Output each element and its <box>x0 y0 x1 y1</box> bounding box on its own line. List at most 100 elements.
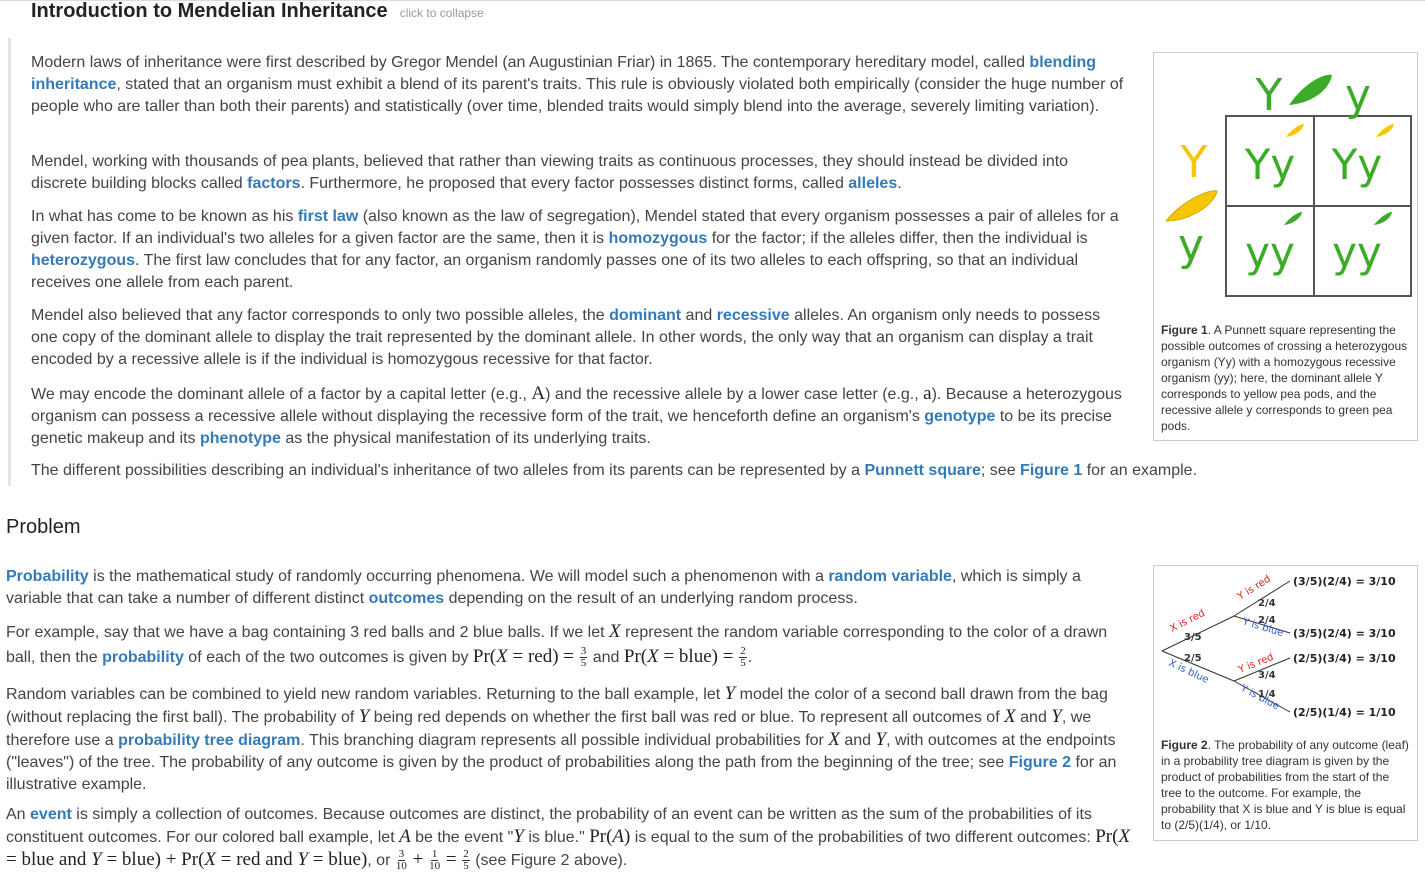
link-heterozygous[interactable]: heterozygous <box>31 252 135 269</box>
text: and <box>588 649 624 666</box>
text: , stated that an organism must exhibit a… <box>31 76 1124 115</box>
link-event[interactable]: event <box>30 806 72 823</box>
math-A: A <box>399 826 411 847</box>
fraction: 3 10 <box>396 849 407 872</box>
math: Pr( <box>589 826 613 847</box>
math: Pr( <box>623 646 648 667</box>
text: of each of the two outcomes is given by <box>183 649 473 666</box>
math-a: a <box>923 383 932 404</box>
denominator: 5 <box>740 657 746 670</box>
link-random-variable[interactable]: random variable <box>828 568 952 585</box>
math: = red) = <box>507 646 579 667</box>
text: for the factor; if the alleles differ, t… <box>707 230 1088 247</box>
text: Modern laws of inheritance were first de… <box>31 54 1030 71</box>
problem-paragraph-4: An event is simply a collection of outco… <box>6 804 1131 872</box>
link-outcomes[interactable]: outcomes <box>369 590 445 607</box>
fraction: 35 <box>579 646 588 669</box>
text: We may encode the dominant allele of a f… <box>31 386 532 403</box>
col-label-Y: Y <box>1255 70 1283 121</box>
math: = blue and <box>6 849 92 870</box>
link-alleles[interactable]: alleles <box>848 175 897 192</box>
text: The different possibilities describing a… <box>31 462 865 479</box>
text: . <box>897 175 902 192</box>
link-punnett-square[interactable]: Punnett square <box>864 462 980 479</box>
denominator: 5 <box>463 860 469 873</box>
yellow-pod-small-icon <box>1286 124 1304 137</box>
branch-prob-3-5: 3/5 <box>1184 632 1202 643</box>
text: . <box>747 649 753 666</box>
math-Y: Y <box>1051 706 1062 727</box>
link-factors[interactable]: factors <box>247 175 300 192</box>
branch-prob-3-4: 3/4 <box>1258 670 1276 681</box>
intro-header[interactable]: Introduction to Mendelian Inheritance cl… <box>31 0 484 26</box>
branch-prob-2-4a: 2/4 <box>1258 598 1276 609</box>
col-label-y: y <box>1345 70 1371 121</box>
math: + <box>407 849 429 870</box>
caption-label: Figure 2 <box>1161 738 1208 752</box>
leaf-1: (3/5)(2/4) = 3/10 <box>1293 575 1396 588</box>
link-figure-1[interactable]: Figure 1 <box>1020 462 1082 479</box>
fraction: 25 <box>739 646 747 669</box>
fraction: 1 10 <box>429 849 440 872</box>
text: for an example. <box>1082 462 1198 479</box>
cell-yy-2: yy <box>1332 228 1382 277</box>
link-probability-tree-diagram[interactable]: probability tree diagram <box>118 732 300 749</box>
math-X: X <box>609 621 621 642</box>
math: = red and <box>216 849 298 870</box>
link-homozygous[interactable]: homozygous <box>609 230 708 247</box>
branch-label-x-red: X is red <box>1168 608 1206 635</box>
problem-paragraph-1: Probability is the mathematical study of… <box>6 566 1131 610</box>
math-A: A <box>531 383 546 404</box>
math-A: A <box>612 826 625 847</box>
section-title[interactable]: Introduction to Mendelian Inheritance <box>31 0 388 23</box>
math: = <box>441 849 462 870</box>
cell-yy-1: yy <box>1245 228 1295 277</box>
text: as the physical manifestation of its und… <box>280 430 651 447</box>
text: is the mathematical study of randomly oc… <box>88 568 829 585</box>
text: . The first law concludes that for any f… <box>31 252 1079 291</box>
problem-paragraph-3: Random variables can be combined to yiel… <box>6 683 1131 796</box>
intro-left-border <box>8 38 11 486</box>
leaf-2: (3/5)(2/4) = 3/10 <box>1293 627 1396 640</box>
link-genotype[interactable]: genotype <box>924 408 995 425</box>
problem-paragraph-2: For example, say that we have a bag cont… <box>6 620 1131 670</box>
green-pod-small-icon <box>1374 212 1392 225</box>
text: is equal to the sum of the probabilities… <box>630 829 1096 846</box>
text: Random variables can be combined to yiel… <box>6 686 725 703</box>
denominator: 10 <box>395 860 407 873</box>
text: and <box>681 307 717 324</box>
math-Y: Y <box>724 683 736 704</box>
link-figure-2[interactable]: Figure 2 <box>1009 754 1071 771</box>
text: and <box>839 732 876 749</box>
math-X: X <box>828 729 840 750</box>
text: Mendel also believed that any factor cor… <box>31 307 610 324</box>
text: . Furthermore, he proposed that every fa… <box>300 175 849 192</box>
branch-prob-2-5: 2/5 <box>1184 653 1202 664</box>
math-Y: Y <box>297 849 309 870</box>
math-X: X <box>1118 826 1131 847</box>
text: In what has come to be known as his <box>31 208 298 225</box>
link-phenotype[interactable]: phenotype <box>200 430 281 447</box>
link-probability[interactable]: Probability <box>6 568 89 585</box>
text: depending on the result of an underlying… <box>444 590 858 607</box>
link-first-law[interactable]: first law <box>298 208 358 225</box>
figure-1: Y y Y y Yy Yy yy yy Figure 1. A Punnett … <box>1153 52 1418 441</box>
intro-paragraph-3: In what has come to be known as his firs… <box>31 206 1126 294</box>
yellow-pod-small-icon <box>1376 124 1394 137</box>
math-X: X <box>1004 706 1016 727</box>
link-probability-2[interactable]: probability <box>102 649 184 666</box>
leaf-3: (2/5)(3/4) = 3/10 <box>1293 652 1396 665</box>
green-pod-icon <box>1289 74 1332 105</box>
cell-Yy-2: Yy <box>1331 140 1383 189</box>
row-label-y: y <box>1178 220 1204 271</box>
punnett-square-diagram: Y y Y y Yy Yy yy yy <box>1164 70 1412 297</box>
text: ) and the recessive allele by a lower ca… <box>545 386 924 403</box>
branch-prob-1-4: 1/4 <box>1258 689 1276 700</box>
green-pod-small-icon <box>1284 212 1302 225</box>
link-recessive[interactable]: recessive <box>717 307 790 324</box>
text: , or <box>367 852 395 869</box>
link-dominant[interactable]: dominant <box>609 307 681 324</box>
text: and <box>1015 709 1052 726</box>
collapse-link[interactable]: click to collapse <box>400 6 484 20</box>
math: Pr( <box>1095 826 1119 847</box>
